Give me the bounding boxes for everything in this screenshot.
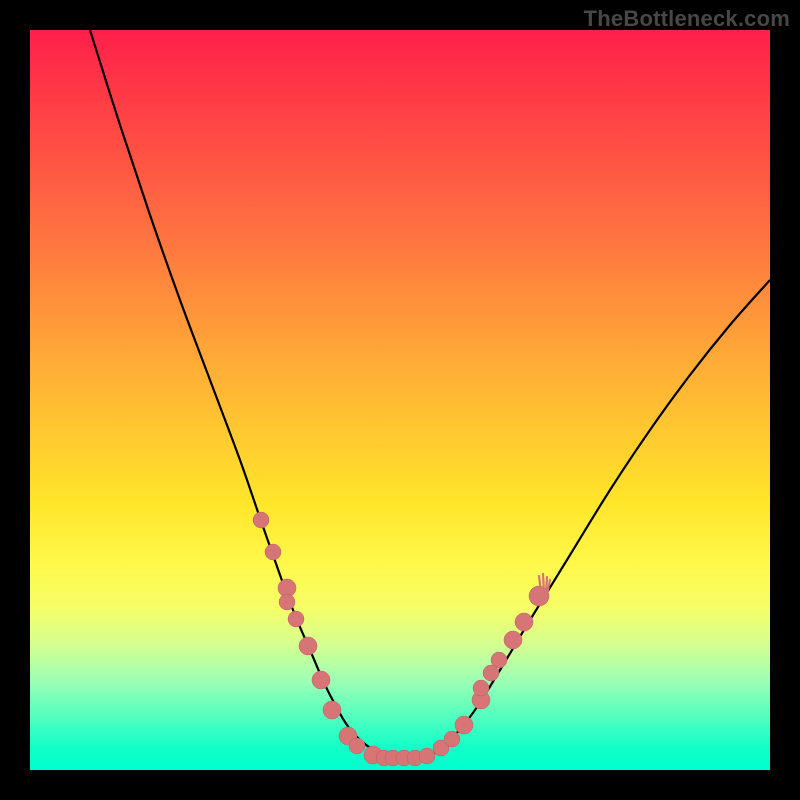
highlight-dot	[419, 748, 435, 764]
highlight-dot	[515, 613, 533, 631]
highlight-dot	[279, 594, 295, 610]
highlight-dot	[504, 631, 522, 649]
highlight-dot	[491, 652, 507, 668]
chart-overlay	[30, 30, 770, 770]
flare-tick	[543, 574, 544, 592]
highlight-dot	[455, 716, 473, 734]
highlight-dots	[253, 512, 549, 766]
highlight-dot	[349, 738, 365, 754]
highlight-dot	[444, 731, 460, 747]
highlight-dot	[265, 544, 281, 560]
bottleneck-curve	[90, 30, 770, 761]
highlight-dot	[288, 611, 304, 627]
highlight-dot	[253, 512, 269, 528]
plot-area	[30, 30, 770, 770]
highlight-dot	[299, 637, 317, 655]
chart-frame: TheBottleneck.com	[0, 0, 800, 800]
highlight-dot	[312, 671, 330, 689]
highlight-dot	[473, 680, 489, 696]
highlight-dot	[323, 701, 341, 719]
flare-ticks	[539, 574, 550, 594]
watermark-text: TheBottleneck.com	[584, 6, 790, 32]
